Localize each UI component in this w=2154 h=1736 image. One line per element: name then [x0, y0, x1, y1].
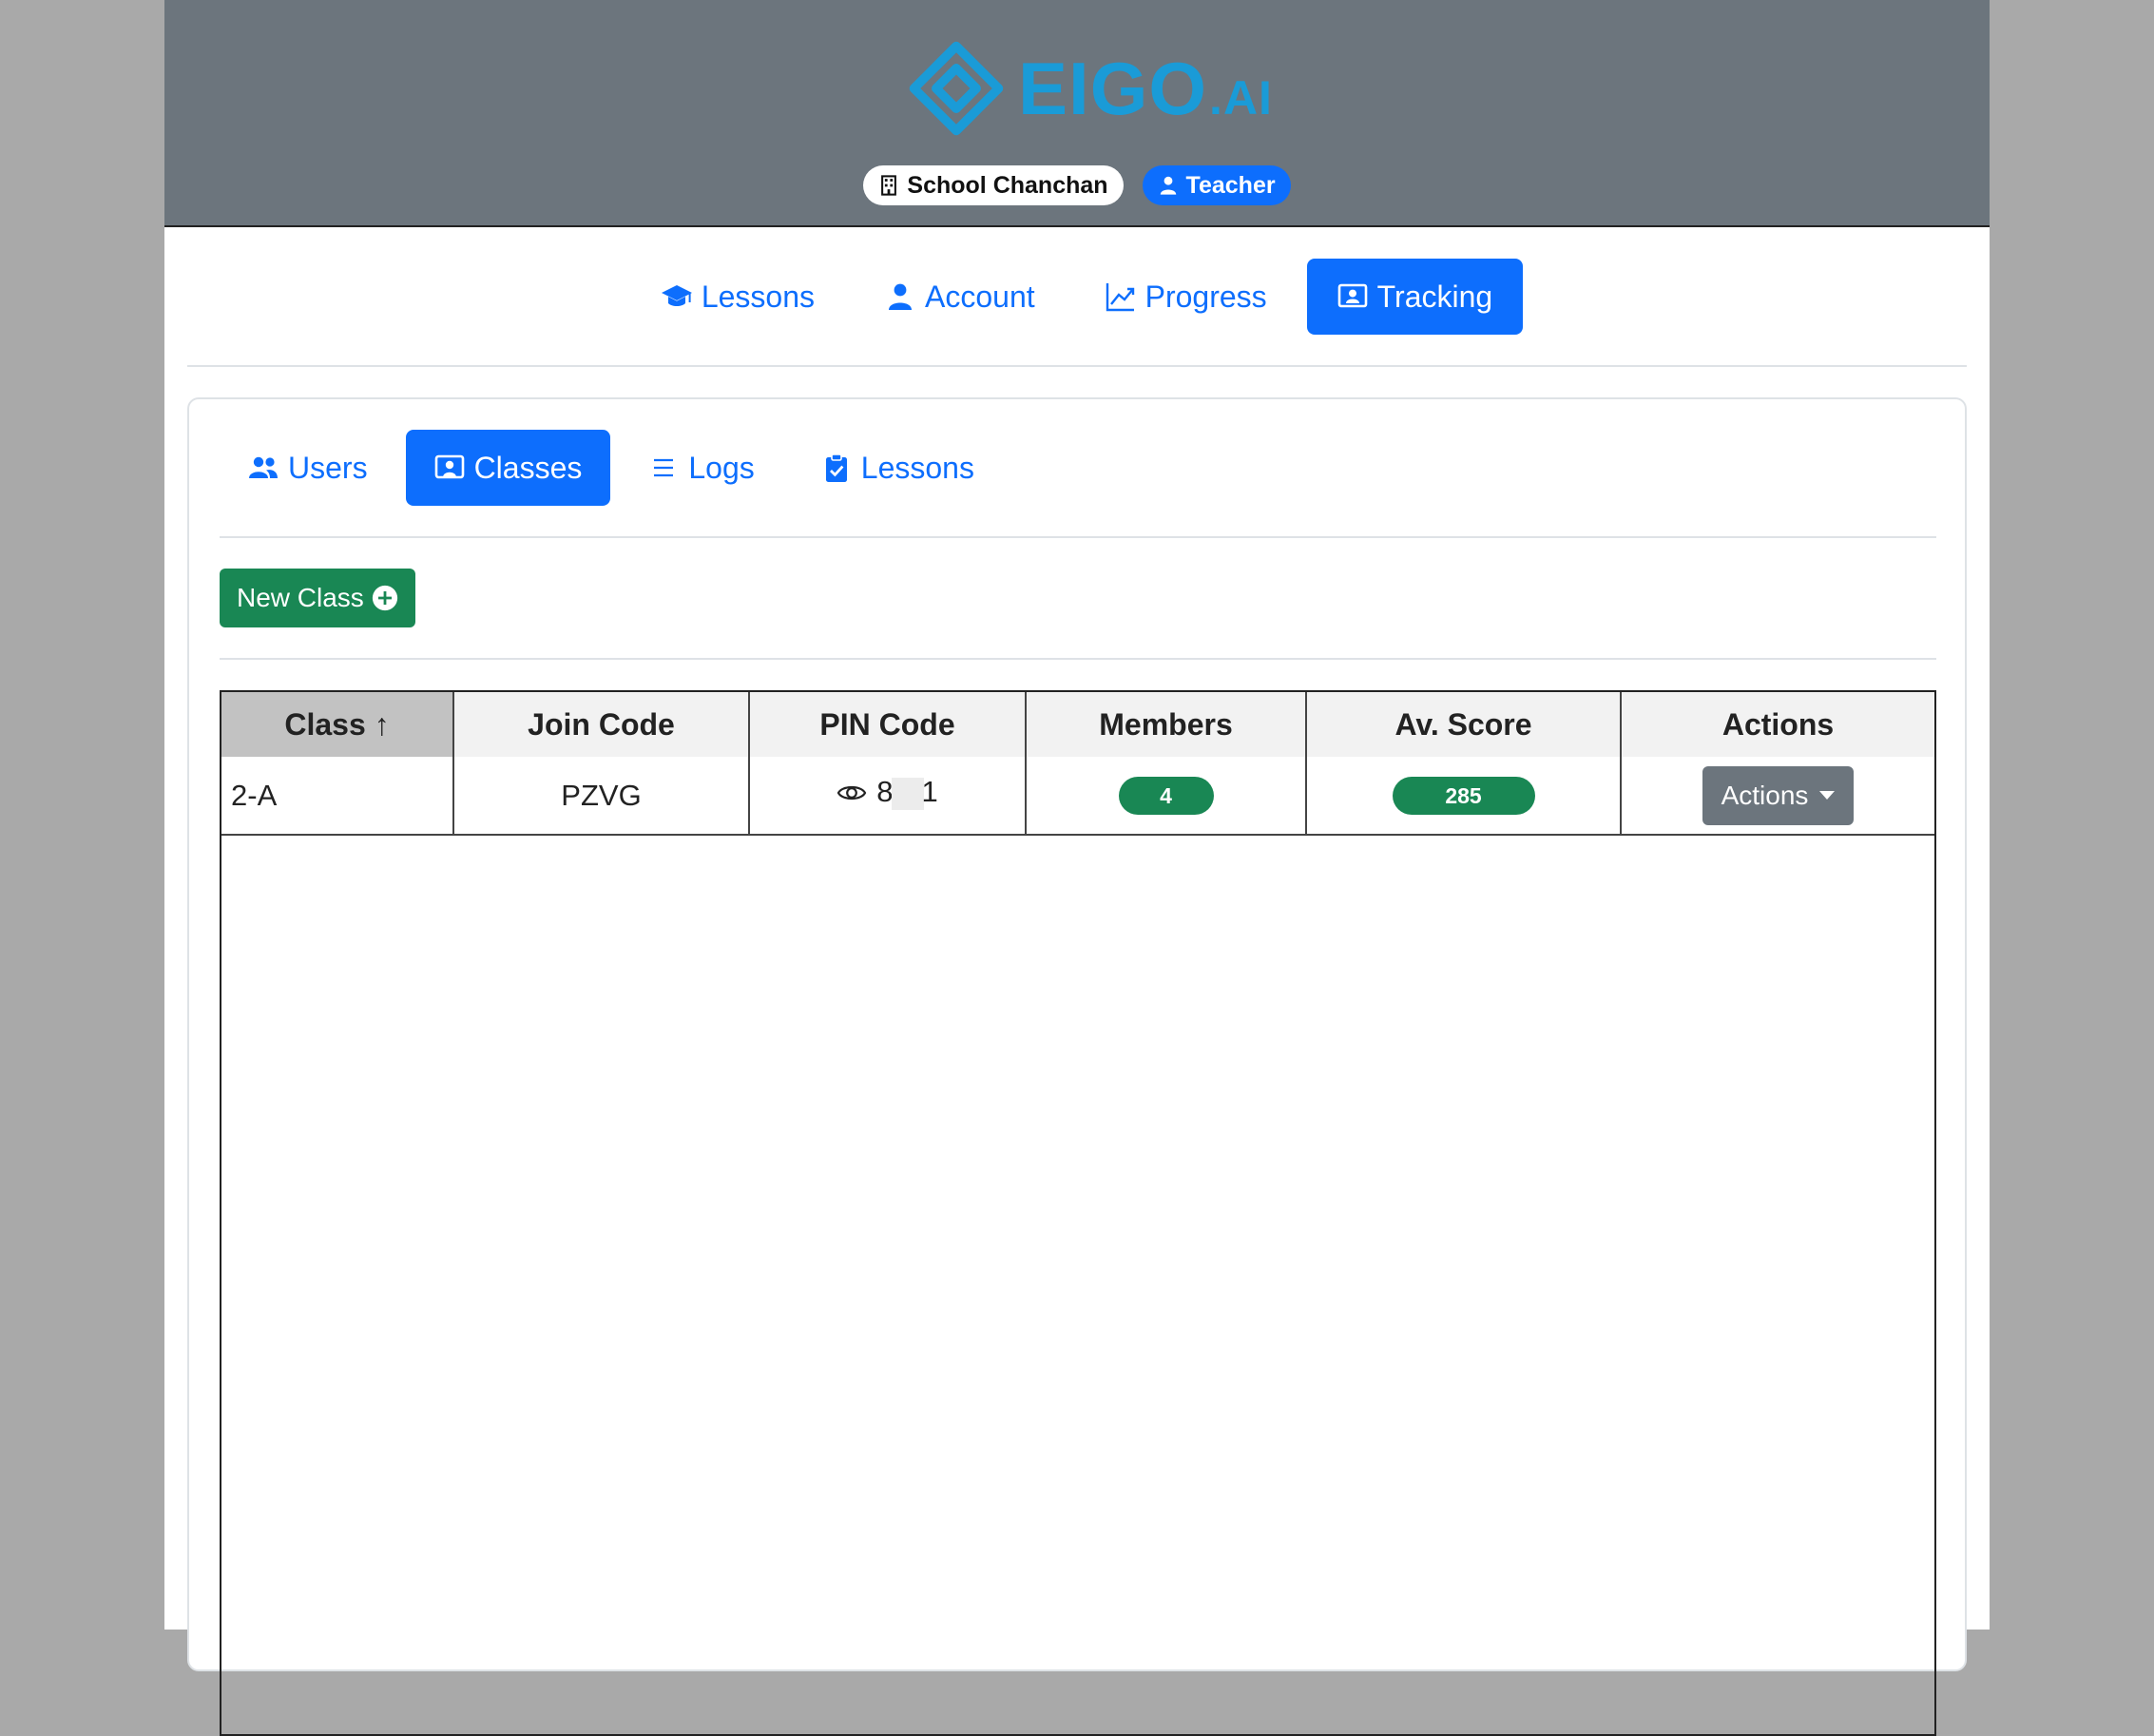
column-header-av-score[interactable]: Av. Score [1306, 692, 1622, 757]
building-icon [881, 175, 897, 196]
people-icon [249, 456, 278, 478]
logo-wordmark: EIGO .AI [1018, 51, 1273, 125]
nav-tracking-label: Tracking [1376, 279, 1493, 314]
school-name: School Chanchan [907, 171, 1108, 199]
new-class-label: New Class [237, 583, 364, 612]
members-badge: 4 [1118, 776, 1214, 815]
nav-lessons[interactable]: Lessons [631, 259, 845, 335]
tab-classes[interactable]: Classes [405, 430, 611, 506]
nav-lessons-label: Lessons [701, 279, 815, 314]
tab-logs-label: Logs [688, 450, 755, 485]
cell-pin-code: 81 [749, 757, 1027, 836]
nav-account[interactable]: Account [855, 259, 1066, 335]
column-header-members[interactable]: Members [1026, 692, 1307, 757]
cell-members: 4 [1026, 757, 1307, 836]
eigo-logo[interactable]: EIGO .AI [906, 36, 1273, 141]
sub-divider [220, 536, 1936, 538]
nav-account-label: Account [925, 279, 1035, 314]
header-badges: School Chanchan Teacher [164, 165, 1990, 205]
column-header-pin-code-label: PIN Code [819, 706, 955, 742]
pin-mask [891, 778, 924, 811]
column-header-members-label: Members [1099, 706, 1233, 742]
person-icon [1160, 176, 1176, 195]
cell-join-code: PZVG [453, 757, 750, 836]
tab-classes-label: Classes [473, 450, 583, 485]
person-badge-icon [1337, 283, 1367, 308]
pin-end: 1 [921, 775, 938, 809]
logo-mark-icon [909, 41, 1004, 136]
cell-av-score: 285 [1306, 757, 1622, 836]
new-class-button[interactable]: New Class [220, 569, 415, 627]
cell-actions: Actions [1621, 757, 1934, 836]
plus-circle-icon [372, 585, 397, 611]
logo-suffix: .AI [1209, 71, 1273, 125]
column-header-class-label: Class [284, 706, 366, 742]
main-nav: Lessons Account Progress Tracking [164, 259, 1990, 335]
person-video-icon [434, 454, 464, 479]
column-header-av-score-label: Av. Score [1394, 706, 1532, 742]
role-name: Teacher [1185, 171, 1276, 199]
tab-lessons-label: Lessons [860, 450, 974, 485]
list-icon [654, 458, 674, 477]
tab-logs[interactable]: Logs [620, 430, 782, 506]
column-header-join-code-label: Join Code [528, 706, 675, 742]
nav-progress-label: Progress [1144, 279, 1267, 314]
score-badge: 285 [1392, 776, 1535, 815]
person-icon [889, 283, 912, 310]
actions-dropdown-button[interactable]: Actions [1702, 765, 1855, 825]
nav-progress[interactable]: Progress [1075, 259, 1298, 335]
cell-class: 2-A [221, 757, 454, 836]
sub-nav: Users Classes Logs Lessons [220, 430, 1003, 506]
table-header-row: Class ↑ Join Code PIN Code Members Av. S… [221, 692, 1934, 757]
graduation-cap-icon [661, 285, 692, 306]
column-header-actions: Actions [1621, 692, 1934, 757]
tab-users-label: Users [288, 450, 368, 485]
school-badge: School Chanchan [863, 165, 1124, 205]
clipboard-check-icon [825, 453, 847, 482]
nav-tracking[interactable]: Tracking [1306, 259, 1524, 335]
main-divider [187, 365, 1967, 367]
column-header-actions-label: Actions [1721, 706, 1835, 742]
column-header-pin-code[interactable]: PIN Code [749, 692, 1027, 757]
app-header: EIGO .AI School Chanchan Teacher [164, 0, 1990, 227]
pin-code-display: 81 [837, 775, 938, 811]
toolbar-divider [220, 658, 1936, 660]
sort-ascending-icon: ↑ [374, 706, 390, 742]
classes-table: Class ↑ Join Code PIN Code Members Av. S… [220, 690, 1936, 1736]
graph-up-icon [1106, 283, 1134, 312]
eye-icon[interactable] [837, 778, 867, 808]
column-header-join-code[interactable]: Join Code [453, 692, 750, 757]
table-row: 2-A PZVG 81 4 285 Actions [221, 757, 1934, 836]
column-header-class[interactable]: Class ↑ [221, 692, 454, 757]
tab-lessons[interactable]: Lessons [793, 430, 1003, 506]
page: EIGO .AI School Chanchan Teacher Lessons… [164, 0, 1990, 1736]
logo-text: EIGO [1018, 47, 1208, 130]
role-badge: Teacher [1142, 165, 1291, 205]
pin-value: 81 [876, 775, 938, 811]
tracking-card: Users Classes Logs Lessons New Class Cla… [187, 397, 1967, 1736]
tab-users[interactable]: Users [220, 430, 396, 506]
actions-label: Actions [1721, 780, 1809, 810]
caret-down-icon [1819, 791, 1836, 800]
